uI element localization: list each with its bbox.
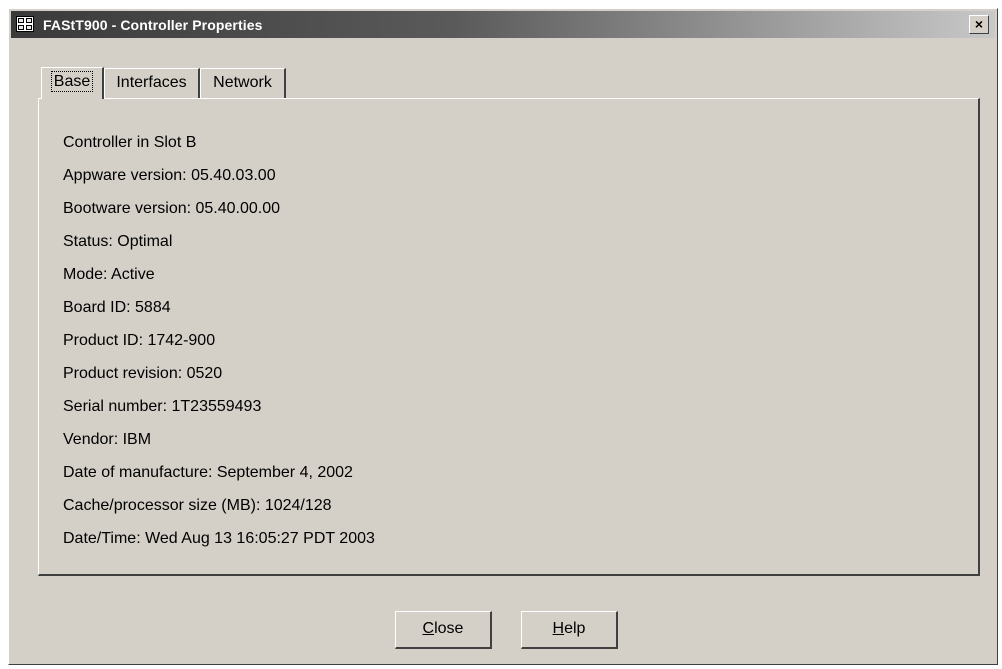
- tab-base-label: Base: [50, 71, 94, 92]
- property-line: Product ID: 1742-900: [63, 332, 216, 349]
- title-bar[interactable]: FAStT900 - Controller Properties ×: [11, 11, 995, 38]
- property-line: Bootware version: 05.40.00.00: [63, 200, 281, 217]
- close-button-label: Close: [422, 620, 464, 637]
- help-button[interactable]: Help: [521, 611, 618, 649]
- close-window-button[interactable]: ×: [969, 15, 989, 34]
- property-line: Vendor: IBM: [63, 431, 152, 448]
- property-line: Status: Optimal: [63, 233, 173, 250]
- property-line: Appware version: 05.40.03.00: [63, 167, 276, 184]
- close-icon: ×: [974, 16, 984, 32]
- help-button-label: Help: [552, 620, 586, 637]
- tab-base[interactable]: Base: [41, 67, 104, 99]
- property-line: Date of manufacture: September 4, 2002: [63, 464, 353, 481]
- controller-properties-window: FAStT900 - Controller Properties × Base …: [8, 8, 998, 665]
- tab-network[interactable]: Network: [200, 68, 286, 98]
- property-line: Mode: Active: [63, 266, 155, 283]
- property-line: Cache/processor size (MB): 1024/128: [63, 497, 332, 514]
- close-button[interactable]: Close: [395, 611, 492, 649]
- tab-network-label: Network: [213, 74, 272, 91]
- property-line: Controller in Slot B: [63, 134, 197, 151]
- property-line: Serial number: 1T23559493: [63, 398, 262, 415]
- property-line: Date/Time: Wed Aug 13 16:05:27 PDT 2003: [63, 530, 375, 547]
- tab-interfaces-label: Interfaces: [116, 74, 187, 91]
- property-line: Product revision: 0520: [63, 365, 223, 382]
- window-title: FAStT900 - Controller Properties: [43, 17, 263, 33]
- app-grid-icon: [16, 16, 34, 32]
- property-line: Board ID: 5884: [63, 299, 171, 316]
- base-tab-panel: Controller in Slot B Appware version: 05…: [38, 98, 980, 576]
- tab-interfaces[interactable]: Interfaces: [104, 68, 200, 98]
